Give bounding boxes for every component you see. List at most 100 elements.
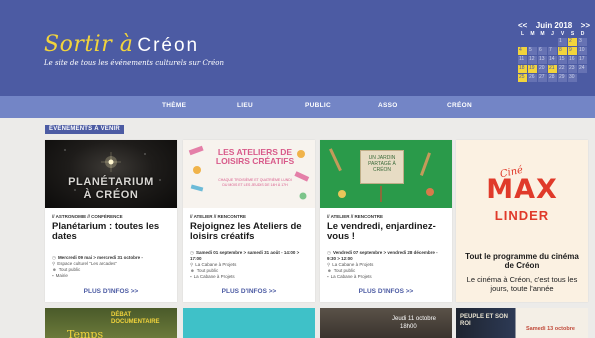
- calendar-empty-cell: [538, 38, 547, 46]
- event-card-ateliers[interactable]: LES ATELIERS DE LOISIRS CRÉATIFS CHAQUE …: [183, 140, 315, 302]
- building-icon: ▪: [327, 274, 329, 279]
- calendar-day[interactable]: 13: [538, 56, 547, 64]
- cinema-program-title[interactable]: Tout le programme du cinéma de Créon: [464, 252, 580, 270]
- calendar-day[interactable]: 15: [558, 56, 567, 64]
- calendar-weekday: D: [580, 31, 585, 37]
- calendar-day[interactable]: 23: [568, 65, 577, 73]
- nav-item-creon[interactable]: CRÉON: [447, 102, 472, 109]
- event-meta: ◷ Vendredi 07 septembre > vendredi 28 déc…: [327, 250, 447, 280]
- calendar-day[interactable]: 11: [518, 56, 527, 64]
- calendar-day[interactable]: 22: [558, 65, 567, 73]
- image-headline-1: PLANÉTARIUM: [68, 176, 154, 188]
- nav-item-lieu[interactable]: LIEU: [237, 102, 253, 109]
- more-info-link[interactable]: PLUS D'INFOS >>: [45, 288, 177, 295]
- calendar-day[interactable]: 9: [568, 47, 577, 55]
- calendar-icon: ◷: [327, 250, 331, 255]
- calendar-day[interactable]: 4: [518, 47, 527, 55]
- event-image-text-2: DÉBAT DOCUMENTAIRE: [111, 312, 160, 325]
- event-public: Tout public: [58, 267, 81, 272]
- nav-item-asso[interactable]: ASSO: [378, 102, 398, 109]
- image-headline: UN JARDIN PARTAGÉ À CRÉON: [368, 155, 396, 173]
- event-organizer: La Cabane à Projets: [193, 274, 235, 279]
- site-header: Sortir à Créon Le site de tous les événem…: [0, 0, 595, 96]
- calendar-prev-button[interactable]: <<: [518, 21, 527, 30]
- calendar-weekday: M: [530, 31, 535, 37]
- cinema-promo-card[interactable]: Ciné MAX LINDER Tout le programme du cin…: [456, 140, 588, 302]
- image-headline: LES ATELIERS DE LOISIRS CRÉATIFS: [215, 147, 295, 166]
- event-image[interactable]: PLANÉTARIUM À CRÉON: [45, 140, 177, 208]
- event-date: Vendredi 07 septembre > vendredi 28 déce…: [327, 250, 438, 261]
- calendar-day[interactable]: 24: [578, 65, 587, 73]
- calendar-day[interactable]: 5: [528, 47, 537, 55]
- calendar-weekday: L: [520, 31, 525, 37]
- calendar-day[interactable]: 7: [548, 47, 557, 55]
- event-title[interactable]: Rejoignez les Ateliers de loisirs créati…: [190, 222, 310, 242]
- logo-title-main: Sortir à: [44, 32, 134, 57]
- calendar-day[interactable]: 3: [578, 38, 587, 46]
- event-image-text-2: 18h00: [400, 324, 417, 330]
- event-date: Samedi 01 septembre > samedi 31 août - 1…: [190, 250, 300, 261]
- calendar-day[interactable]: 16: [568, 56, 577, 64]
- event-card-partial[interactable]: Temps DÉBAT DOCUMENTAIRE: [45, 308, 177, 338]
- calendar-day[interactable]: 25: [518, 74, 527, 82]
- calendar-empty-cell: [528, 38, 537, 46]
- calendar-day[interactable]: 27: [538, 74, 547, 82]
- site-tagline: Le site de tous les événements culturels…: [44, 59, 225, 67]
- calendar-day[interactable]: 30: [568, 74, 577, 82]
- event-meta: ◷ Mercredi 09 mai > mercredi 31 octobre -…: [52, 255, 172, 279]
- cinema-logo-linder: LINDER: [494, 208, 550, 223]
- event-image[interactable]: LES ATELIERS DE LOISIRS CRÉATIFS CHAQUE …: [183, 140, 315, 208]
- logo-title-brand: Créon: [137, 35, 200, 56]
- calendar-day[interactable]: 21: [548, 65, 557, 73]
- calendar-day[interactable]: 10: [578, 47, 587, 55]
- calendar-next-button[interactable]: >>: [581, 21, 590, 30]
- more-info-link[interactable]: PLUS D'INFOS >>: [320, 288, 452, 295]
- building-icon: ▪: [52, 273, 54, 278]
- event-title[interactable]: Le vendredi, enjardinez-vous !: [327, 222, 447, 242]
- calendar-weekdays: LMMJVSD: [518, 31, 587, 37]
- event-image-text: PEUPLE ET SON ROI: [460, 314, 509, 327]
- calendar-day[interactable]: 20: [538, 65, 547, 73]
- calendar-day[interactable]: 28: [548, 74, 557, 82]
- pin-icon: ⚲: [52, 261, 56, 266]
- calendar-grid: 1 2 3 4 5 6 7 8 9 10 11 12 13 14 15 16 17 18 19 20 21 22 23 24 2…: [518, 38, 587, 82]
- event-organizer: Mairie: [55, 273, 68, 278]
- event-public: Tout public: [196, 268, 219, 273]
- event-card-jardin[interactable]: UN JARDIN PARTAGÉ À CRÉON // ATELIER // …: [320, 140, 452, 302]
- calendar-day[interactable]: 8: [558, 47, 567, 55]
- event-title[interactable]: Planétarium : toutes les dates: [52, 222, 172, 242]
- building-icon: ▪: [190, 274, 192, 279]
- calendar-day[interactable]: 1: [558, 38, 567, 46]
- section-title: ÉVÉNEMENTS À VENIR: [45, 125, 124, 134]
- event-categories[interactable]: // ATELIER // RENCONTRE: [190, 214, 246, 219]
- calendar-day[interactable]: 18: [518, 65, 527, 73]
- people-icon: ☻: [190, 268, 195, 273]
- more-info-link[interactable]: PLUS D'INFOS >>: [183, 288, 315, 295]
- calendar-weekday: V: [560, 31, 565, 37]
- nav-item-public[interactable]: PUBLIC: [305, 102, 331, 109]
- event-card-planetarium[interactable]: PLANÉTARIUM À CRÉON // ASTRONOMIE // CON…: [45, 140, 177, 302]
- people-icon: ☻: [327, 268, 332, 273]
- event-image[interactable]: UN JARDIN PARTAGÉ À CRÉON: [320, 140, 452, 208]
- event-card-partial[interactable]: PEUPLE ET SON ROI Samedi 13 octobre: [456, 308, 588, 338]
- calendar-icon: ◷: [52, 255, 56, 260]
- calendar-day[interactable]: 19: [528, 65, 537, 73]
- calendar-day[interactable]: 2: [568, 38, 577, 46]
- calendar-day[interactable]: 29: [558, 74, 567, 82]
- site-logo[interactable]: Sortir à Créon: [44, 32, 199, 57]
- calendar-day[interactable]: 12: [528, 56, 537, 64]
- calendar-day[interactable]: 17: [578, 56, 587, 64]
- calendar-weekday: S: [570, 31, 575, 37]
- event-card-partial[interactable]: [183, 308, 315, 338]
- calendar-header: << Juin 2018 >>: [518, 20, 590, 30]
- nav-item-theme[interactable]: THÈME: [162, 102, 186, 109]
- event-categories[interactable]: // ATELIER // RENCONTRE: [327, 214, 383, 219]
- calendar-day[interactable]: 14: [548, 56, 557, 64]
- people-icon: ☻: [52, 267, 57, 272]
- calendar-day[interactable]: 6: [538, 47, 547, 55]
- event-public: Tout public: [333, 268, 356, 273]
- event-categories[interactable]: // ASTRONOMIE // CONFÉRENCE: [52, 214, 123, 219]
- event-image-text: Temps: [67, 328, 104, 338]
- calendar-day[interactable]: 26: [528, 74, 537, 82]
- event-card-partial[interactable]: Jeudi 11 octobre 18h00: [320, 308, 452, 338]
